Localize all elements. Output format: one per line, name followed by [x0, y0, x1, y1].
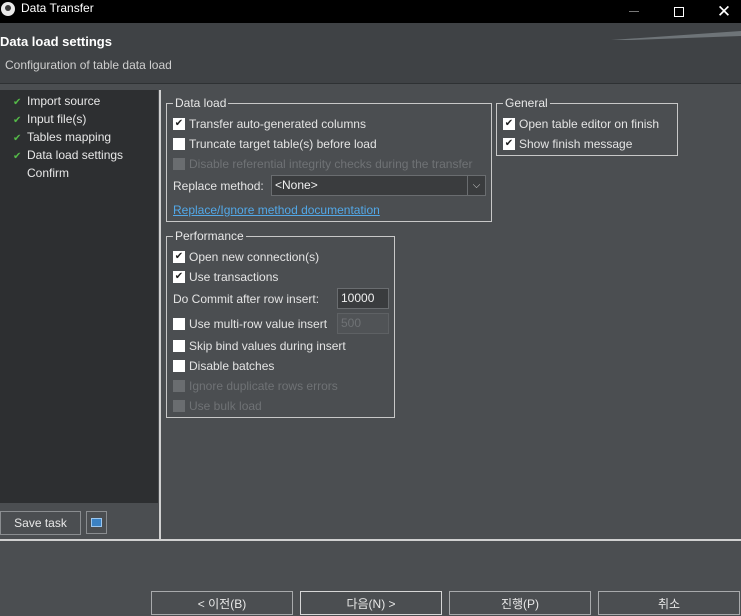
save-task-button[interactable]: Save task	[0, 511, 81, 535]
checkbox-checked-icon: ✔	[173, 251, 185, 263]
use-bulk-load-checkbox[interactable]: Use bulk load	[173, 397, 262, 415]
disable-batches-checkbox[interactable]: Disable batches	[173, 357, 274, 375]
replace-method-select[interactable]: <None> ⌵	[271, 175, 486, 196]
close-button[interactable]: ✕	[701, 0, 741, 23]
multi-row-insert-checkbox[interactable]: Use multi-row value insert	[173, 315, 327, 333]
proceed-button[interactable]: 진행(P)	[449, 591, 591, 615]
checkbox-disabled-icon	[173, 380, 185, 392]
close-icon: ✕	[716, 1, 732, 21]
checkbox-checked-icon: ✔	[503, 118, 515, 130]
chevron-down-icon: ⌵	[467, 176, 485, 195]
window-title: Data Transfer	[21, 1, 94, 15]
checkbox-unchecked-icon	[173, 138, 185, 150]
horizontal-divider	[0, 539, 741, 541]
checkbox-checked-icon: ✔	[503, 138, 515, 150]
nav-item-input-files[interactable]: ✔ Input file(s)	[13, 110, 86, 128]
open-table-editor-checkbox[interactable]: ✔ Open table editor on finish	[503, 115, 659, 133]
group-title: Performance	[173, 229, 246, 243]
use-transactions-checkbox[interactable]: ✔ Use transactions	[173, 268, 278, 286]
back-button[interactable]: < 이전(B)	[151, 591, 293, 615]
minimize-icon	[629, 11, 639, 12]
vertical-divider	[159, 90, 161, 539]
header-decoration	[611, 31, 741, 40]
multi-row-count-input[interactable]: 500	[337, 313, 389, 334]
skip-bind-values-checkbox[interactable]: Skip bind values during insert	[173, 337, 346, 355]
print-button[interactable]	[86, 511, 107, 534]
cancel-button[interactable]: 취소	[598, 591, 740, 615]
maximize-icon	[674, 6, 684, 17]
truncate-target-checkbox[interactable]: Truncate target table(s) before load	[173, 135, 377, 153]
replace-method-label: Replace method:	[173, 179, 264, 193]
app-logo-icon	[1, 2, 15, 16]
commit-after-label: Do Commit after row insert:	[173, 292, 320, 306]
nav-item-confirm[interactable]: Confirm	[13, 164, 69, 182]
show-finish-message-checkbox[interactable]: ✔ Show finish message	[503, 135, 632, 153]
wizard-header: Data load settings Configuration of tabl…	[0, 23, 741, 84]
nav-item-tables-mapping[interactable]: ✔ Tables mapping	[13, 128, 111, 146]
page-title: Data load settings	[0, 34, 112, 49]
maximize-button[interactable]	[656, 0, 702, 23]
print-icon	[91, 518, 102, 527]
minimize-button[interactable]	[611, 0, 657, 23]
checkbox-disabled-icon	[173, 400, 185, 412]
page-subtitle: Configuration of table data load	[5, 58, 172, 72]
wizard-nav: ✔ Import source ✔ Input file(s) ✔ Tables ma…	[0, 90, 158, 503]
checkbox-unchecked-icon	[173, 340, 185, 352]
transfer-auto-generated-checkbox[interactable]: ✔ Transfer auto-generated columns	[173, 115, 366, 133]
general-group: General ✔ Open table editor on finish ✔ Sh…	[496, 96, 678, 156]
group-title: General	[503, 96, 550, 110]
nav-item-import-source[interactable]: ✔ Import source	[13, 92, 100, 110]
disable-referential-integrity-checkbox[interactable]: Disable referential integrity checks dur…	[173, 155, 472, 173]
ignore-duplicate-rows-checkbox[interactable]: Ignore duplicate rows errors	[173, 377, 338, 395]
replace-documentation-link[interactable]: Replace/Ignore method documentation	[173, 203, 380, 217]
group-title: Data load	[173, 96, 229, 110]
commit-after-input[interactable]: 10000	[337, 288, 389, 309]
checkbox-checked-icon: ✔	[173, 271, 185, 283]
performance-group: Performance ✔ Open new connection(s) ✔ Use…	[166, 229, 395, 418]
checkbox-unchecked-icon	[173, 360, 185, 372]
checkbox-unchecked-icon	[173, 318, 185, 330]
checkbox-disabled-icon	[173, 158, 185, 170]
open-new-connection-checkbox[interactable]: ✔ Open new connection(s)	[173, 248, 319, 266]
checkbox-checked-icon: ✔	[173, 118, 185, 130]
nav-item-data-load-settings[interactable]: ✔ Data load settings	[13, 146, 123, 164]
data-load-group: Data load ✔ Transfer auto-generated colum…	[166, 96, 492, 222]
next-button[interactable]: 다음(N) >	[300, 591, 442, 615]
